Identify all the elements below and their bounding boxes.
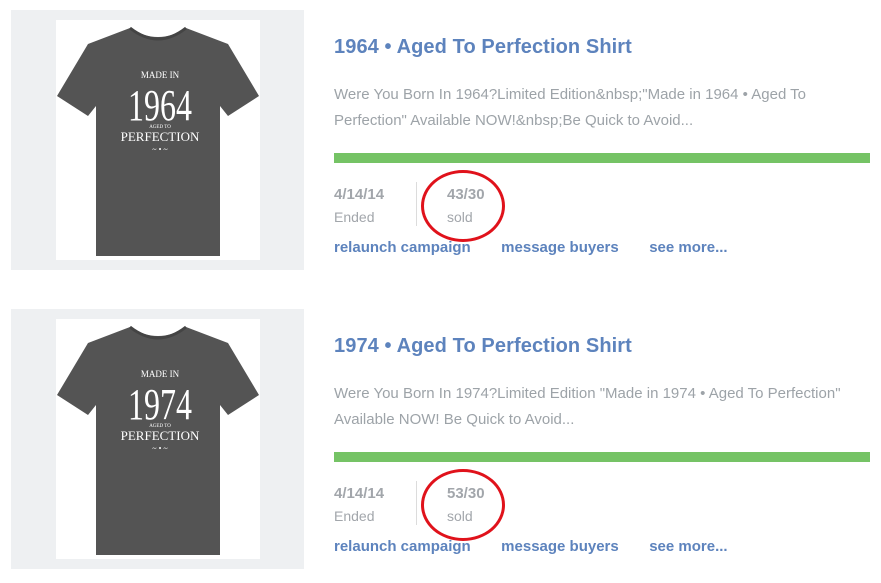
shirt-line3: PERFECTION [121, 129, 200, 144]
shirt-year: 1974 [128, 380, 192, 429]
stat-divider [416, 182, 417, 226]
progress-bar [334, 153, 870, 163]
message-buyers-link[interactable]: message buyers [501, 538, 619, 555]
end-date-stat: 4/14/14 Ended [334, 184, 384, 228]
progress-fill [334, 452, 870, 462]
thumbnail-panel: MADE IN 1974 AGED TO PERFECTION ~ • ~ [11, 309, 304, 569]
end-date-stat: 4/14/14 Ended [334, 483, 384, 527]
shirt-line1: MADE IN [141, 369, 180, 379]
end-date-value: 4/14/14 [334, 485, 385, 502]
shirt-ornament: ~ • ~ [152, 145, 168, 154]
thumbnail-panel: MADE IN 1964 AGED TO PERFECTION ~ • ~ [11, 10, 304, 270]
shirt-line1: MADE IN [141, 70, 180, 80]
relaunch-campaign-link[interactable]: relaunch campaign [334, 239, 471, 256]
campaign-description: Were You Born In 1964?Limited Edition&nb… [334, 86, 807, 129]
campaign-description: Were You Born In 1974?Limited Edition "M… [334, 385, 841, 428]
see-more-link[interactable]: see more... [649, 239, 727, 256]
message-buyers-link[interactable]: message buyers [501, 239, 619, 256]
tshirt-image[interactable]: MADE IN 1974 AGED TO PERFECTION ~ • ~ [56, 319, 260, 559]
campaign-card: MADE IN 1964 AGED TO PERFECTION ~ • ~ 19… [0, 10, 881, 280]
end-date-label: Ended [334, 209, 375, 225]
campaign-title[interactable]: 1974 • Aged To Perfection Shirt [334, 335, 632, 358]
campaign-title[interactable]: 1964 • Aged To Perfection Shirt [334, 36, 632, 59]
end-date-value: 4/14/14 [334, 186, 385, 203]
see-more-link[interactable]: see more... [649, 538, 727, 555]
campaign-actions: relaunch campaign message buyers see mor… [334, 239, 754, 257]
progress-fill [334, 153, 870, 163]
campaign-card: MADE IN 1974 AGED TO PERFECTION ~ • ~ 19… [0, 309, 881, 579]
stat-divider [416, 481, 417, 525]
shirt-line3: PERFECTION [121, 428, 200, 443]
campaign-actions: relaunch campaign message buyers see mor… [334, 538, 754, 556]
shirt-year: 1964 [128, 81, 192, 130]
red-circle-annotation [421, 170, 505, 242]
shirt-ornament: ~ • ~ [152, 444, 168, 453]
end-date-label: Ended [334, 508, 375, 524]
red-circle-annotation [421, 469, 505, 541]
tshirt-image[interactable]: MADE IN 1964 AGED TO PERFECTION ~ • ~ [56, 20, 260, 260]
progress-bar [334, 452, 870, 462]
relaunch-campaign-link[interactable]: relaunch campaign [334, 538, 471, 555]
